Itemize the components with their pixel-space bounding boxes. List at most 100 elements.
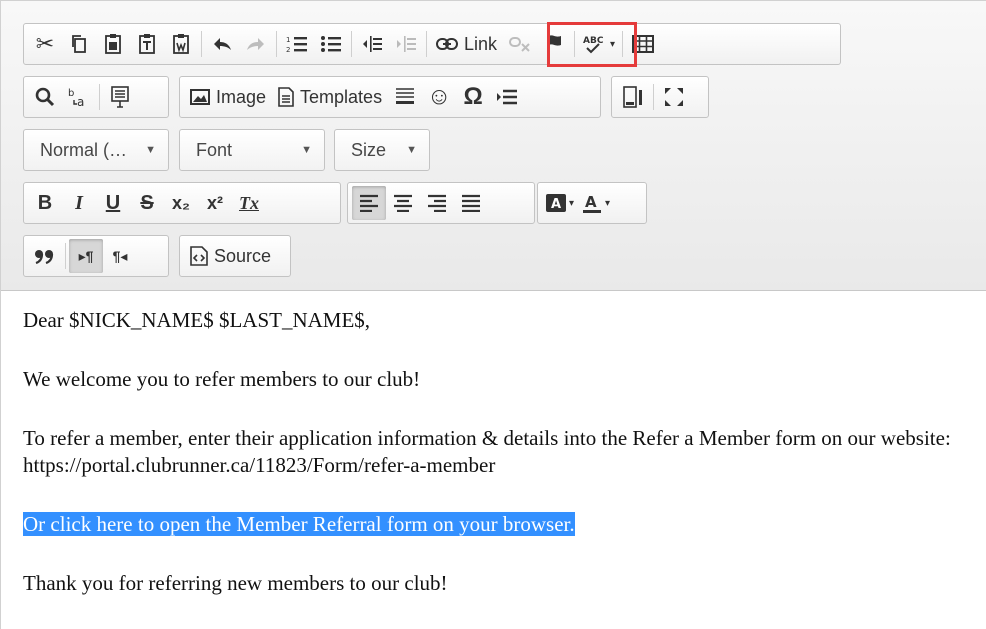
chevron-down-icon: ▼ — [406, 144, 417, 156]
thanks-paragraph: Thank you for referring new members to o… — [23, 571, 448, 595]
toolbar-row-2-view — [611, 76, 709, 118]
text-direction-rtl-button[interactable]: ¶◂ — [103, 239, 137, 273]
redo-icon[interactable] — [239, 27, 273, 61]
toolbar-row-5-source: Source — [179, 235, 291, 277]
decrease-indent-icon[interactable] — [355, 27, 389, 61]
size-dropdown[interactable]: Size ▼ — [334, 129, 430, 171]
numbered-list-icon[interactable]: 12 — [280, 27, 314, 61]
table-icon[interactable] — [626, 27, 660, 61]
horizontal-line-icon[interactable] — [388, 80, 422, 114]
selected-link-paragraph: Or click here to open the Member Referra… — [23, 511, 963, 538]
instructions-paragraph: To refer a member, enter their applicati… — [23, 425, 963, 479]
font-dropdown[interactable]: Font ▼ — [179, 129, 325, 171]
spellcheck-icon[interactable]: ABC ▾ — [578, 27, 619, 61]
link-label: Link — [464, 33, 498, 54]
undo-icon[interactable] — [205, 27, 239, 61]
image-label: Image — [216, 86, 267, 107]
copy-icon[interactable] — [62, 27, 96, 61]
instructions-text: To refer a member, enter their applicati… — [23, 426, 951, 450]
toolbar-separator — [201, 31, 202, 57]
remove-format-button[interactable]: Tx — [232, 186, 266, 220]
find-icon[interactable] — [28, 80, 62, 114]
editor-toolbar: ✂ 12 Link ABC ▾ b a Image Templates ☺ Ω … — [1, 1, 986, 291]
strikethrough-button[interactable]: S — [130, 186, 164, 220]
text-color-button[interactable]: A ▾ — [578, 186, 614, 220]
templates-button[interactable]: Templates — [272, 80, 388, 114]
align-left-icon[interactable] — [352, 186, 386, 220]
toolbar-row-4-colors: A ▾ A ▾ — [537, 182, 647, 224]
format-dropdown[interactable]: Normal (… ▼ — [23, 129, 169, 171]
source-button[interactable]: Source — [184, 239, 277, 273]
special-character-icon[interactable]: Ω — [456, 80, 490, 114]
editor-content-area[interactable]: Dear $NICK_NAME$ $LAST_NAME$, We welcome… — [23, 307, 963, 629]
unlink-icon[interactable] — [503, 27, 537, 61]
select-all-icon[interactable] — [103, 80, 137, 114]
paste-text-icon[interactable] — [130, 27, 164, 61]
superscript-button[interactable]: x² — [198, 186, 232, 220]
rich-text-editor: ✂ 12 Link ABC ▾ b a Image Templates ☺ Ω … — [0, 0, 986, 629]
text-color-icon: A — [582, 193, 602, 213]
source-label: Source — [214, 245, 272, 266]
image-icon — [190, 89, 210, 105]
align-right-icon[interactable] — [420, 186, 454, 220]
svg-text:A: A — [585, 193, 597, 211]
dropdown-caret-icon: ▾ — [610, 38, 616, 50]
svg-text:a: a — [77, 95, 84, 108]
bulleted-list-icon[interactable] — [314, 27, 348, 61]
toolbar-row-4-basic: B I U S x₂ x² Tx — [23, 182, 341, 224]
image-button[interactable]: Image — [184, 80, 272, 114]
toolbar-separator — [351, 31, 352, 57]
chevron-down-icon: ▼ — [301, 144, 312, 156]
toolbar-separator — [574, 31, 576, 57]
cut-icon[interactable]: ✂ — [28, 27, 62, 61]
paste-icon[interactable] — [96, 27, 130, 61]
link-icon — [436, 38, 458, 50]
templates-icon — [278, 87, 294, 107]
size-dropdown-label: Size — [351, 139, 387, 160]
smiley-icon[interactable]: ☺ — [422, 80, 456, 114]
text-direction-ltr-button[interactable]: ▸¶ — [69, 239, 103, 273]
underline-button[interactable]: U — [96, 186, 130, 220]
replace-icon[interactable]: ba — [62, 80, 96, 114]
increase-indent-icon[interactable] — [389, 27, 423, 61]
toolbar-separator — [99, 84, 100, 110]
font-dropdown-label: Font — [196, 139, 233, 160]
anchor-flag-icon[interactable] — [537, 27, 571, 61]
toolbar-separator — [622, 31, 624, 57]
background-color-icon: A — [546, 194, 566, 212]
toolbar-row-1: ✂ 12 Link ABC ▾ — [23, 23, 841, 65]
svg-text:1: 1 — [286, 36, 290, 44]
show-blocks-icon[interactable] — [616, 80, 650, 114]
chevron-down-icon: ▼ — [145, 144, 156, 156]
svg-text:b: b — [68, 88, 74, 99]
maximize-icon[interactable] — [657, 80, 691, 114]
selected-link-text[interactable]: Or click here to open the Member Referra… — [23, 512, 575, 536]
greeting-paragraph: Dear $NICK_NAME$ $LAST_NAME$, — [23, 308, 371, 332]
referral-url[interactable]: https://portal.clubrunner.ca/11823/Form/… — [23, 453, 495, 477]
dropdown-caret-icon: ▾ — [569, 197, 575, 209]
toolbar-row-4-align — [347, 182, 535, 224]
welcome-paragraph: We welcome you to refer members to our c… — [23, 367, 421, 391]
toolbar-separator — [653, 84, 654, 110]
toolbar-row-5-blocks: ▸¶ ¶◂ — [23, 235, 169, 277]
page-break-icon[interactable] — [490, 80, 524, 114]
toolbar-row-2-find: ba — [23, 76, 169, 118]
blockquote-icon[interactable] — [28, 239, 62, 273]
link-button[interactable]: Link — [430, 27, 503, 61]
toolbar-row-2-insert: Image Templates ☺ Ω — [179, 76, 601, 118]
toolbar-separator — [426, 31, 427, 57]
subscript-button[interactable]: x₂ — [164, 186, 198, 220]
templates-label: Templates — [300, 86, 383, 107]
svg-text:A: A — [551, 197, 561, 212]
svg-text:2: 2 — [286, 46, 290, 54]
toolbar-separator — [65, 243, 66, 269]
bold-button[interactable]: B — [28, 186, 62, 220]
format-dropdown-label: Normal (… — [40, 139, 128, 160]
italic-button[interactable]: I — [62, 186, 96, 220]
source-icon — [190, 246, 208, 266]
paste-from-word-icon[interactable] — [164, 27, 198, 61]
background-color-button[interactable]: A ▾ — [542, 186, 578, 220]
align-center-icon[interactable] — [386, 186, 420, 220]
dropdown-caret-icon: ▾ — [605, 197, 611, 209]
justify-icon[interactable] — [454, 186, 488, 220]
